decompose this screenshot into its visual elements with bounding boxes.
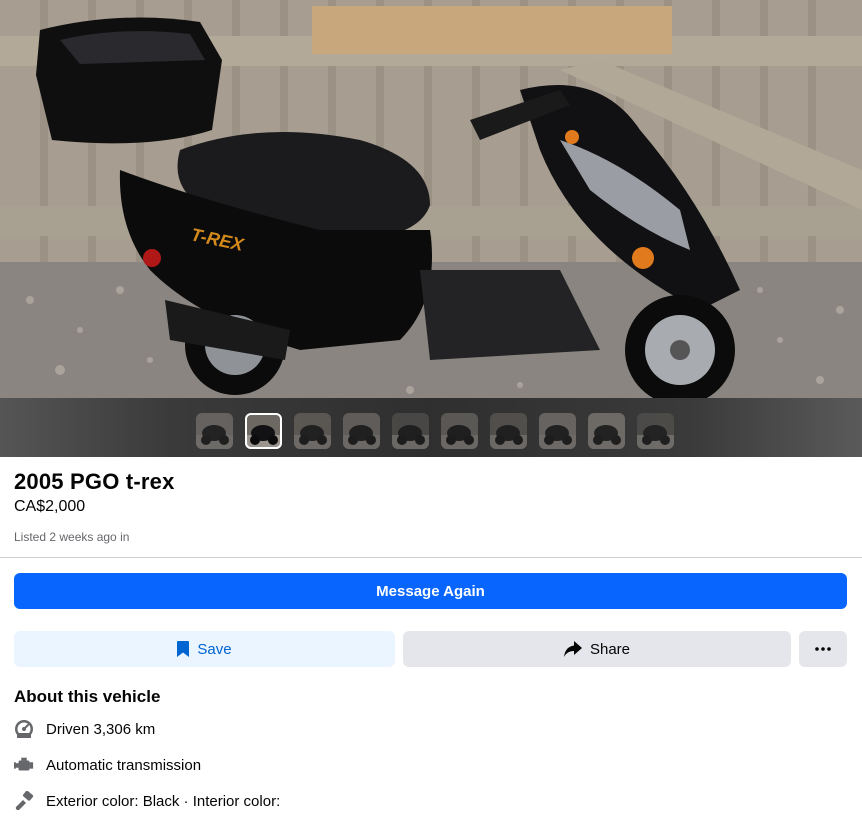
photo-thumbnail[interactable] bbox=[294, 413, 331, 449]
scooter-photo: T-REX bbox=[0, 0, 862, 400]
listing-price: CA$2,000 bbox=[14, 498, 86, 515]
spec-transmission: Automatic transmission bbox=[14, 755, 201, 775]
save-button[interactable]: Save bbox=[14, 631, 395, 667]
listing-title: 2005 PGO t-rex bbox=[14, 469, 175, 494]
spec-text: Driven 3,306 km bbox=[46, 720, 156, 738]
more-options-button[interactable] bbox=[799, 631, 847, 667]
share-button[interactable]: Share bbox=[403, 631, 791, 667]
share-label: Share bbox=[589, 640, 631, 658]
about-vehicle-heading: About this vehicle bbox=[14, 687, 161, 706]
divider bbox=[0, 557, 862, 558]
save-label: Save bbox=[197, 640, 232, 658]
photo-thumbnail[interactable] bbox=[245, 413, 282, 449]
spec-text: Exterior color: Black · Interior color: bbox=[46, 792, 281, 810]
spec-mileage: Driven 3,306 km bbox=[14, 719, 155, 739]
spec-text: Automatic transmission bbox=[46, 756, 202, 774]
more-dots-icon bbox=[815, 647, 831, 651]
spec-color: Exterior color: Black · Interior color: bbox=[14, 791, 280, 811]
photo-thumbnail[interactable] bbox=[343, 413, 380, 449]
message-again-button[interactable]: Message Again bbox=[14, 573, 847, 609]
paint-icon bbox=[14, 791, 34, 811]
photo-thumbnail[interactable] bbox=[637, 413, 674, 449]
photo-thumbnail[interactable] bbox=[588, 413, 625, 449]
share-arrow-icon bbox=[563, 641, 582, 657]
engine-icon bbox=[14, 755, 34, 775]
photo-thumbnail[interactable] bbox=[490, 413, 527, 449]
bookmark-icon bbox=[177, 641, 190, 657]
listing-photo[interactable]: T-REX bbox=[0, 0, 862, 457]
photo-thumbnail[interactable] bbox=[441, 413, 478, 449]
thumbnail-list bbox=[196, 413, 674, 449]
listed-time: Listed 2 weeks ago in bbox=[14, 530, 130, 544]
photo-thumbnail[interactable] bbox=[196, 413, 233, 449]
odometer-icon bbox=[14, 719, 34, 739]
photo-thumbnail[interactable] bbox=[539, 413, 576, 449]
photo-thumbnail[interactable] bbox=[392, 413, 429, 449]
